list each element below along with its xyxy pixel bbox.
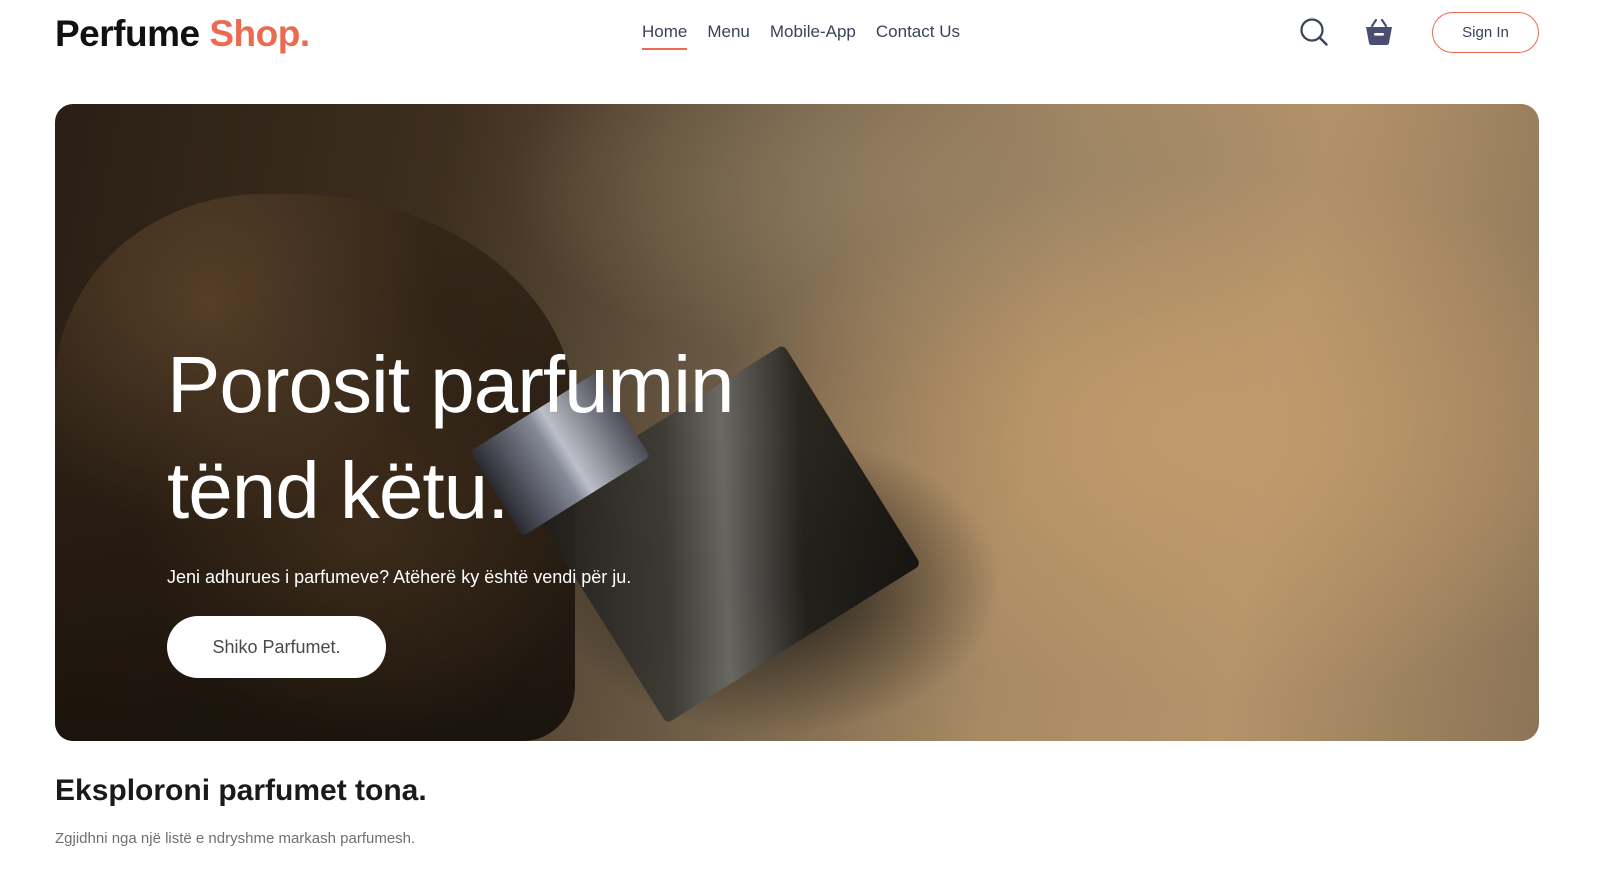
nav-item-contact-us[interactable]: Contact Us — [876, 20, 960, 50]
nav-item-home[interactable]: Home — [642, 20, 688, 50]
search-icon — [1300, 18, 1328, 46]
sign-in-button[interactable]: Sign In — [1432, 12, 1539, 53]
logo-main: Perfume — [55, 13, 200, 54]
view-perfumes-button[interactable]: Shiko Parfumet. — [167, 616, 386, 678]
nav-item-menu[interactable]: Menu — [707, 20, 750, 50]
hero-title: Porosit parfumin tënd këtu. — [167, 332, 887, 544]
logo[interactable]: Perfume Shop. — [55, 12, 310, 56]
basket-icon — [1366, 18, 1392, 45]
hero-banner: Porosit parfumin tënd këtu. Jeni adhurue… — [55, 104, 1539, 741]
search-button[interactable] — [1296, 14, 1332, 50]
site-header: Perfume Shop. Home Menu Mobile-App Conta… — [0, 0, 1609, 70]
nav-item-mobile-app[interactable]: Mobile-App — [770, 20, 856, 50]
main-nav: Home Menu Mobile-App Contact Us — [642, 20, 960, 50]
cart-button[interactable] — [1361, 14, 1397, 50]
hero-title-line1: Porosit parfumin — [167, 340, 734, 429]
explore-title: Eksploroni parfumet tona. — [55, 774, 427, 807]
logo-accent: Shop. — [209, 13, 310, 54]
hero-title-line2: tënd këtu. — [167, 446, 509, 535]
explore-subtitle: Zgjidhni nga një listë e ndryshme markas… — [55, 830, 416, 847]
hero-subtitle: Jeni adhurues i parfumeve? Atëherë ky ës… — [167, 567, 632, 587]
